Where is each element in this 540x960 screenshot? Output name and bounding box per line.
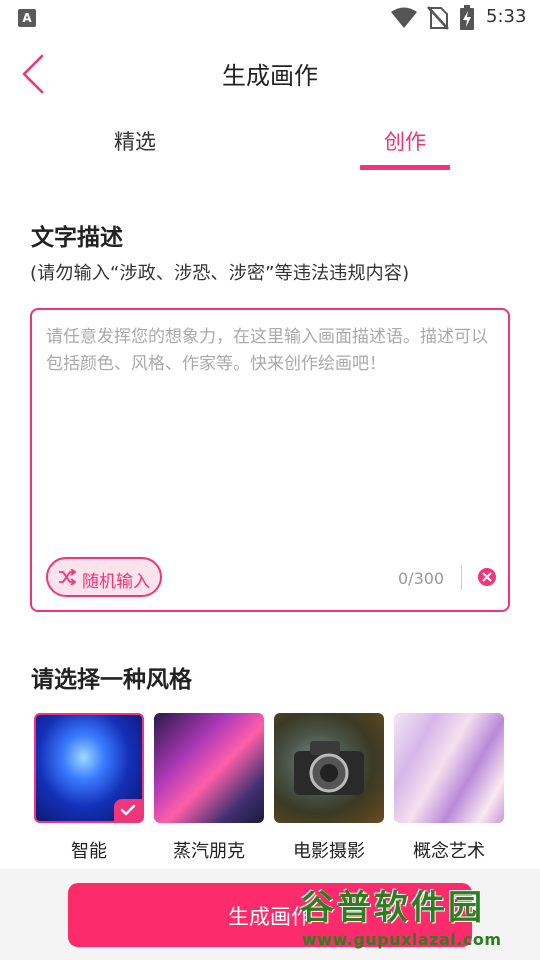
tab-featured[interactable]: 精选 bbox=[75, 126, 195, 156]
shuffle-icon bbox=[59, 569, 76, 585]
wifi-icon bbox=[391, 7, 417, 28]
description-placeholder: 请任意发挥您的想象力，在这里输入画面描述语。描述可以包括颜色、风格、作家等。快来… bbox=[46, 327, 488, 374]
random-input-label: 随机输入 bbox=[82, 572, 150, 592]
description-warning: (请勿输入“涉政、涉恐、涉密”等违法违规内容) bbox=[30, 263, 410, 284]
battery-charging-icon bbox=[460, 5, 474, 30]
active-tab-indicator bbox=[360, 165, 450, 170]
style-label: 智能 bbox=[71, 841, 107, 862]
style-label: 电影摄影 bbox=[293, 841, 365, 862]
style-label: 蒸汽朋克 bbox=[173, 841, 245, 862]
style-thumbnail bbox=[154, 713, 264, 823]
no-sim-icon bbox=[427, 6, 449, 30]
clock-time: 5:33 bbox=[486, 6, 527, 27]
selected-check-icon bbox=[114, 799, 142, 821]
random-input-button[interactable]: 随机输入 bbox=[46, 557, 162, 597]
watermark-brand: 谷普软件园 bbox=[300, 888, 485, 928]
page-title: 生成画作 bbox=[222, 62, 318, 90]
counter-divider bbox=[461, 566, 462, 590]
description-input[interactable]: 请任意发挥您的想象力，在这里输入画面描述语。描述可以包括颜色、风格、作家等。快来… bbox=[30, 308, 510, 612]
camera-photo-icon bbox=[294, 741, 364, 795]
description-title: 文字描述 bbox=[31, 225, 123, 251]
style-thumbnail bbox=[274, 713, 384, 823]
watermark: 谷普软件园 www.gupuxlazal.com bbox=[296, 880, 540, 960]
tab-create[interactable]: 创作 bbox=[345, 126, 465, 156]
style-thumbnail bbox=[394, 713, 504, 823]
notification-a-icon: A bbox=[18, 9, 36, 27]
status-bar: A 5:33 bbox=[0, 0, 540, 36]
watermark-url: www.gupuxlazal.com bbox=[302, 930, 502, 949]
style-section-title: 请选择一种风格 bbox=[31, 667, 192, 693]
clear-icon[interactable] bbox=[478, 568, 496, 586]
char-counter: 0/300 bbox=[398, 569, 445, 588]
style-thumbnail bbox=[34, 713, 144, 823]
style-label: 概念艺术 bbox=[413, 841, 485, 862]
